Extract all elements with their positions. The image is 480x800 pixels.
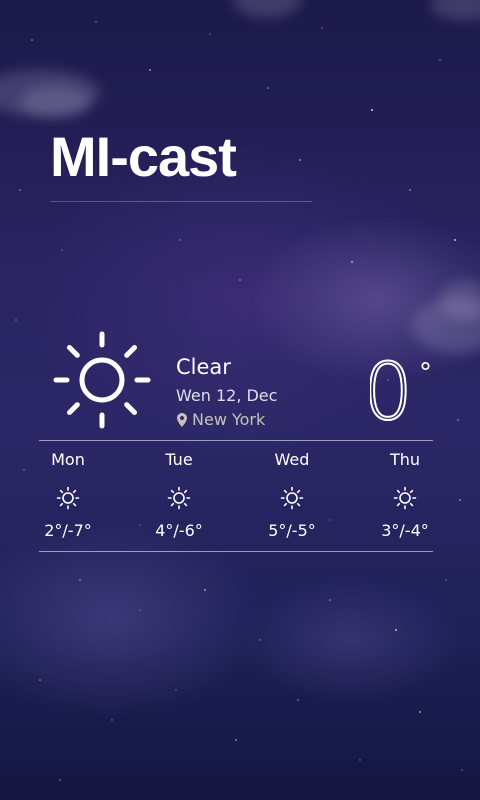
forecast-temp-range: 4°/-6° bbox=[155, 521, 203, 540]
forecast-temp-range: 5°/-5° bbox=[268, 521, 316, 540]
forecast-day-mon[interactable]: Mon 2°/-7° bbox=[18, 448, 118, 543]
sun-icon bbox=[56, 486, 80, 510]
current-condition: Clear bbox=[176, 355, 231, 379]
sun-icon bbox=[53, 331, 151, 429]
forecast-top-divider bbox=[39, 440, 433, 441]
forecast-bottom-divider bbox=[39, 551, 433, 552]
map-pin-icon bbox=[177, 412, 187, 427]
sun-icon bbox=[280, 486, 304, 510]
forecast-day-tue[interactable]: Tue 4°/-6° bbox=[129, 448, 229, 543]
sun-icon bbox=[393, 486, 417, 510]
forecast-temp-range: 2°/-7° bbox=[44, 521, 92, 540]
forecast-row: Mon 2°/-7° Tue 4°/-6° Wed 5°/-5° Thu 3°/… bbox=[0, 448, 480, 548]
forecast-day-thu[interactable]: Thu 3°/-4° bbox=[355, 448, 455, 543]
sun-icon bbox=[167, 486, 191, 510]
forecast-day-label: Mon bbox=[51, 450, 85, 469]
title-divider bbox=[50, 201, 312, 202]
forecast-day-label: Tue bbox=[165, 450, 193, 469]
forecast-day-wed[interactable]: Wed 5°/-5° bbox=[242, 448, 342, 543]
temperature-value: 0 bbox=[370, 357, 413, 427]
current-date: Wen 12, Dec bbox=[176, 386, 278, 405]
app-title: MI-cast bbox=[50, 125, 237, 188]
location-label: New York bbox=[192, 410, 266, 429]
forecast-day-label: Thu bbox=[389, 450, 421, 469]
degree-symbol: ° bbox=[419, 358, 432, 388]
current-weather-panel[interactable]: Clear Wen 12, Dec New York 0 ° bbox=[0, 325, 480, 435]
location[interactable]: New York bbox=[177, 410, 265, 429]
forecast-temp-range: 3°/-4° bbox=[381, 521, 429, 540]
cloud-decoration bbox=[20, 86, 90, 118]
current-temperature: 0 ° bbox=[370, 357, 432, 427]
forecast-day-label: Wed bbox=[274, 450, 310, 469]
